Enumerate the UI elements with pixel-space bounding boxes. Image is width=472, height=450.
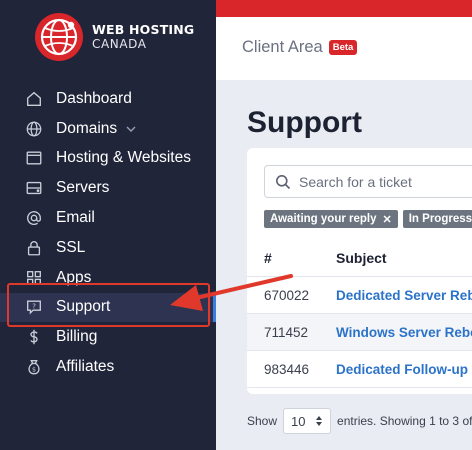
sidebar-item-email[interactable]: Email bbox=[0, 203, 216, 233]
beta-badge: Beta bbox=[328, 40, 358, 55]
page-size-value: 10 bbox=[291, 413, 306, 429]
svg-text:$: $ bbox=[32, 367, 36, 374]
sidebar-item-label: Hosting & Websites bbox=[56, 149, 191, 167]
filter-chip-label: Awaiting your reply bbox=[270, 213, 377, 225]
brand-name-line2: CANADA bbox=[92, 37, 147, 51]
entries-info: entries. Showing 1 to 3 of 3 e bbox=[337, 414, 472, 428]
sidebar: WEB HOSTING CANADA Dashboard Domains Hos… bbox=[0, 0, 216, 450]
sidebar-item-label: Affiliates bbox=[56, 358, 115, 376]
table-header: # Subject bbox=[247, 240, 472, 277]
at-sign-icon bbox=[24, 208, 44, 228]
sidebar-item-label: Dashboard bbox=[56, 89, 132, 107]
home-icon bbox=[24, 89, 44, 109]
sort-arrows-icon bbox=[316, 416, 323, 426]
ticket-subject-link[interactable]: Dedicated Server Rebo bbox=[336, 288, 472, 303]
lock-icon bbox=[24, 238, 44, 258]
client-area-title: Client Area bbox=[242, 38, 323, 56]
tickets-table: # Subject 670022 Dedicated Server Rebo 7… bbox=[247, 240, 472, 388]
sidebar-item-label: Billing bbox=[56, 328, 98, 346]
close-icon[interactable]: ✕ bbox=[383, 213, 392, 226]
page-title: Support bbox=[247, 106, 362, 139]
table-row[interactable]: 670022 Dedicated Server Rebo bbox=[247, 277, 472, 314]
brand-stripe bbox=[216, 0, 472, 17]
column-header-number[interactable]: # bbox=[247, 250, 336, 266]
money-bag-icon: $ bbox=[24, 357, 44, 377]
search-input[interactable] bbox=[299, 173, 472, 190]
brand-name-line1: WEB HOSTING bbox=[92, 22, 195, 37]
sidebar-item-ssl[interactable]: SSL bbox=[0, 233, 216, 263]
filter-chip-awaiting-reply[interactable]: Awaiting your reply ✕ bbox=[264, 210, 398, 228]
ticket-number: 670022 bbox=[264, 287, 310, 303]
globe-icon bbox=[24, 119, 44, 139]
page-size-select[interactable]: 10 bbox=[283, 408, 332, 434]
sidebar-item-domains[interactable]: Domains bbox=[0, 114, 216, 144]
sidebar-item-label: Servers bbox=[56, 179, 110, 197]
table-footer: Show 10 entries. Showing 1 to 3 of 3 e bbox=[247, 408, 472, 434]
filter-chips: Awaiting your reply ✕ In Progress bbox=[264, 210, 472, 228]
ticket-subject-link[interactable]: Windows Server Rebo bbox=[336, 325, 472, 340]
sidebar-item-dashboard[interactable]: Dashboard bbox=[0, 84, 216, 114]
ticket-subject-link[interactable]: Dedicated Follow-up bbox=[336, 362, 468, 377]
globe-logo-icon bbox=[35, 13, 83, 61]
ticket-search[interactable] bbox=[264, 165, 472, 198]
show-label: Show bbox=[247, 414, 278, 428]
tickets-card: Awaiting your reply ✕ In Progress # Subj… bbox=[247, 148, 472, 394]
sidebar-item-label: Domains bbox=[56, 119, 118, 137]
filter-chip-in-progress[interactable]: In Progress bbox=[402, 210, 472, 228]
ticket-number: 983446 bbox=[264, 361, 310, 377]
chevron-down-icon[interactable] bbox=[125, 123, 137, 135]
brand-logo[interactable]: WEB HOSTING CANADA bbox=[34, 12, 194, 62]
server-icon bbox=[24, 178, 44, 198]
sidebar-item-label: Email bbox=[56, 209, 95, 227]
search-icon bbox=[276, 174, 291, 189]
sidebar-item-label: SSL bbox=[56, 238, 86, 256]
sidebar-nav: Dashboard Domains Hosting & Websites Ser… bbox=[0, 84, 216, 382]
sidebar-item-hosting-websites[interactable]: Hosting & Websites bbox=[0, 144, 216, 174]
client-area-header: Client Area Beta bbox=[242, 38, 358, 57]
top-bar: Client Area Beta bbox=[216, 0, 472, 80]
table-row[interactable]: 711452 Windows Server Rebo bbox=[247, 314, 472, 351]
sidebar-item-affiliates[interactable]: $ Affiliates bbox=[0, 352, 216, 382]
sidebar-item-servers[interactable]: Servers bbox=[0, 173, 216, 203]
support-highlight-annotation bbox=[7, 283, 210, 327]
ticket-number: 711452 bbox=[264, 324, 309, 340]
table-row[interactable]: 983446 Dedicated Follow-up bbox=[247, 351, 472, 388]
filter-chip-label: In Progress bbox=[408, 213, 472, 225]
dollar-icon bbox=[24, 327, 44, 347]
column-header-subject[interactable]: Subject bbox=[336, 250, 387, 266]
browser-window-icon bbox=[24, 148, 44, 168]
